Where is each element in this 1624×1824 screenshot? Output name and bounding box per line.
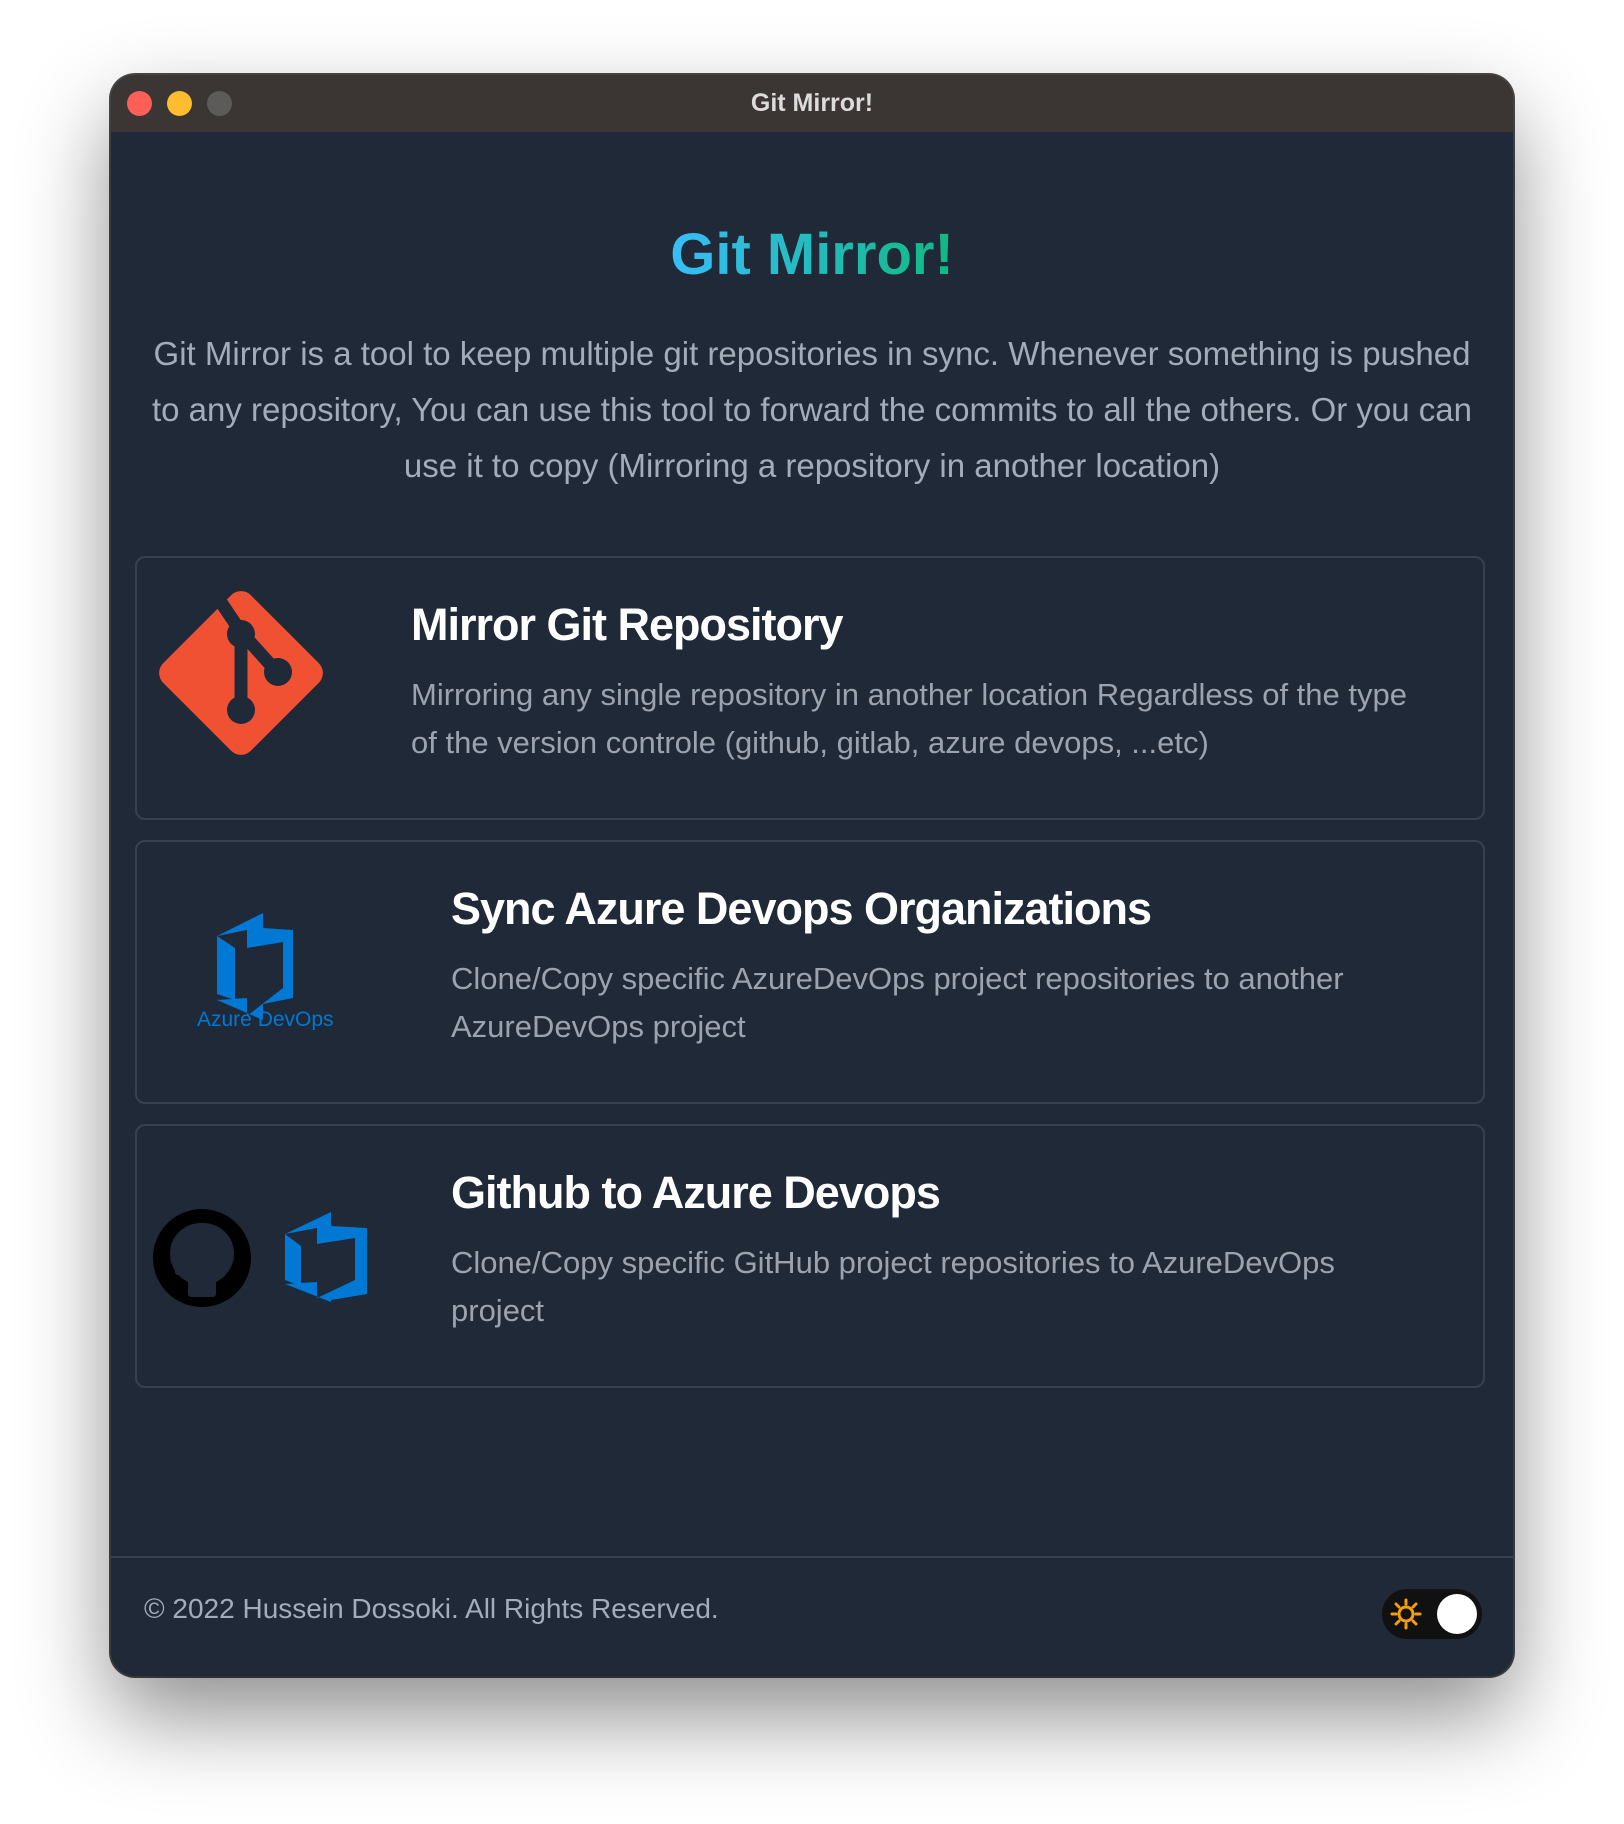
card-title: Github to Azure Devops (451, 1167, 941, 1218)
app-window: Git Mirror! Git Mirror! Git Mirror is a … (111, 75, 1513, 1676)
copyright-text: © 2022 Hussein Dossoki. All Rights Reser… (144, 1593, 719, 1624)
window-title: Git Mirror! (750, 89, 874, 117)
card-title: Mirror Git Repository (411, 599, 844, 650)
github-to-azure-devops-card[interactable]: Github to Azure Devops Clone/Copy specif… (135, 1124, 1485, 1388)
page-title: Git Mirror! (670, 222, 954, 287)
mirror-git-repository-card[interactable]: Mirror Git Repository Mirroring any sing… (135, 556, 1485, 820)
github-logo-icon (153, 1209, 251, 1307)
azure-devops-logo-icon: Azure DevOps (197, 913, 334, 1030)
footer-divider (111, 1556, 1513, 1558)
toggle-knob[interactable] (1437, 1594, 1477, 1634)
azure-devops-logo-text: Azure DevOps (197, 1008, 334, 1030)
card-description: Clone/Copy specific AzureDevOps project … (451, 961, 1344, 1044)
card-description: Mirroring any single repository in anoth… (411, 677, 1407, 760)
title-bar[interactable]: Git Mirror! (111, 75, 1513, 132)
sun-icon (1390, 1598, 1422, 1630)
git-logo-icon (159, 585, 323, 755)
card-description: Clone/Copy specific GitHub project repos… (451, 1245, 1335, 1328)
sync-azure-devops-card[interactable]: Azure DevOps Sync Azure Devops Organizat… (135, 840, 1485, 1104)
azure-devops-icon (285, 1212, 367, 1302)
card-title: Sync Azure Devops Organizations (451, 883, 1152, 934)
theme-toggle[interactable] (1382, 1589, 1482, 1639)
intro-text: Git Mirror is a tool to keep multiple gi… (151, 335, 1473, 484)
